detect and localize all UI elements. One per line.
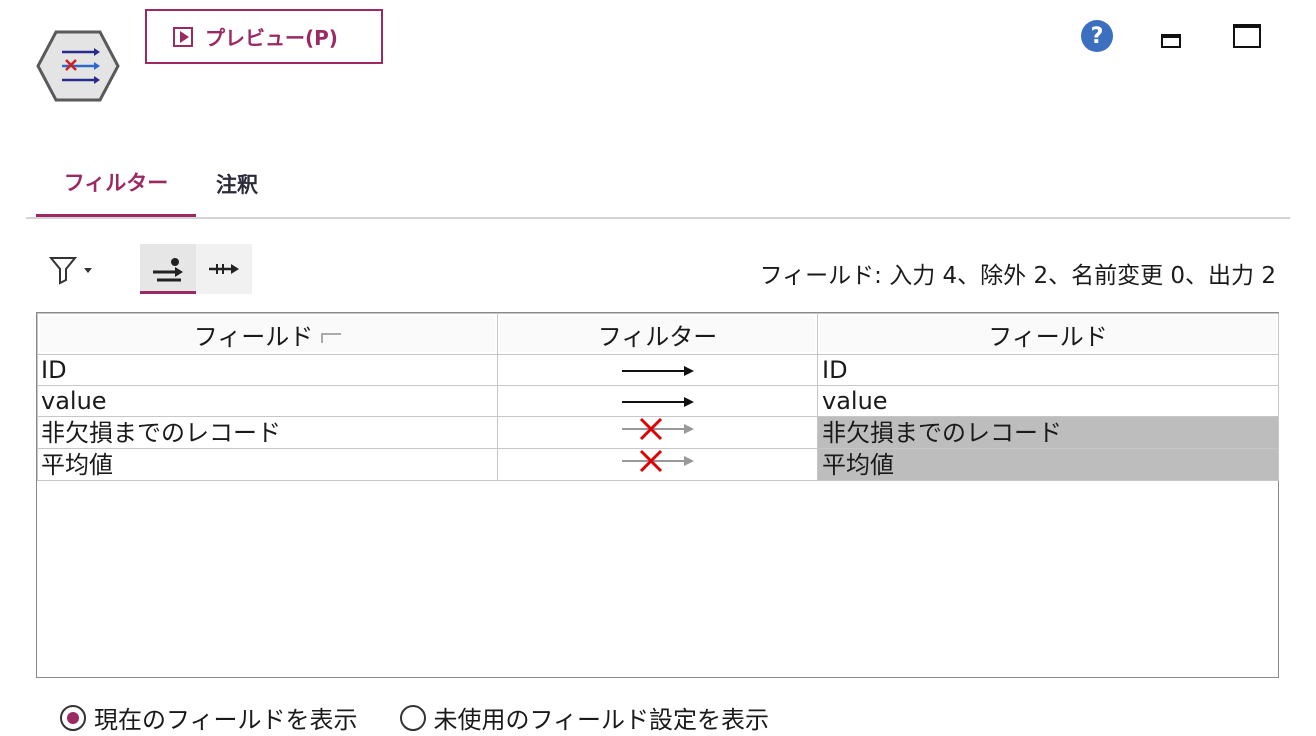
- input-field-cell: 非欠損までのレコード: [37, 416, 498, 449]
- output-field-cell[interactable]: 非欠損までのレコード: [817, 416, 1279, 449]
- radio-unselected[interactable]: [399, 704, 426, 731]
- tab-annotations-label: 注釈: [216, 173, 258, 197]
- tab-annotations[interactable]: 注釈: [216, 150, 258, 218]
- help-icon[interactable]: ?: [1081, 20, 1113, 52]
- discard-mode-icon: [209, 264, 239, 274]
- funnel-icon[interactable]: [48, 254, 96, 286]
- pass-all-mode-button[interactable]: [140, 244, 196, 294]
- column-header-filter[interactable]: フィルター: [497, 313, 818, 355]
- column-header-input-field[interactable]: フィールド: [37, 313, 498, 355]
- display-options: 現在のフィールドを表示 未使用のフィールド設定を表示: [60, 700, 811, 735]
- help-glyph: ?: [1090, 23, 1104, 49]
- play-icon: [173, 26, 193, 47]
- show-unused-fields-label: 未使用のフィールド設定を表示: [433, 706, 770, 734]
- discard-all-mode-button[interactable]: [196, 244, 252, 294]
- input-field-cell: 平均値: [37, 448, 498, 481]
- input-field-cell: value: [37, 385, 498, 417]
- output-field-cell[interactable]: value: [817, 385, 1279, 417]
- show-unused-fields-option[interactable]: 未使用のフィールド設定を表示: [399, 700, 770, 735]
- table-row[interactable]: 非欠損までのレコード 非欠損までのレコード: [37, 416, 1279, 449]
- show-current-fields-option[interactable]: 現在のフィールドを表示: [60, 700, 358, 735]
- filter-toggle-cell[interactable]: [497, 385, 818, 417]
- preview-button[interactable]: プレビュー(P): [145, 9, 383, 64]
- table-header-row: フィールド フィルター フィールド: [37, 313, 1279, 355]
- tab-filter-label: フィルター: [63, 171, 169, 195]
- preview-button-label: プレビュー(P): [205, 26, 338, 50]
- table-row[interactable]: value value: [37, 385, 1279, 417]
- filter-node-dialog: プレビュー(P) ? フィルター 注釈 フィールド: 入力 4、除外 2、名前変…: [0, 0, 1316, 736]
- exclude-arrow-icon: [621, 449, 694, 473]
- filter-toggle-cell[interactable]: [497, 416, 818, 449]
- table-row[interactable]: ID ID: [37, 354, 1279, 386]
- table-row[interactable]: 平均値 平均値: [37, 448, 1279, 481]
- filter-node-icon: [36, 30, 120, 102]
- tab-divider: [26, 217, 1290, 219]
- output-field-cell[interactable]: ID: [817, 354, 1279, 386]
- tab-filter[interactable]: フィルター: [36, 150, 196, 218]
- tab-bar: フィルター 注釈: [26, 150, 1290, 220]
- filter-table: フィールド フィルター フィールド ID ID value value 非欠損ま…: [36, 312, 1279, 678]
- output-field-cell[interactable]: 平均値: [817, 448, 1279, 481]
- radio-selected[interactable]: [60, 704, 86, 731]
- filter-toggle-cell[interactable]: [497, 354, 818, 386]
- exclude-arrow-icon: [621, 417, 694, 441]
- sort-icon: [321, 332, 342, 343]
- column-header-filter-label: フィルター: [597, 322, 718, 351]
- field-summary: フィールド: 入力 4、除外 2、名前変更 0、出力 2: [759, 263, 1276, 289]
- pass-arrow-icon: [621, 366, 694, 376]
- input-field-cell: ID: [37, 354, 498, 386]
- column-header-input-label: フィールド: [193, 322, 314, 351]
- pass-mode-icon: [153, 257, 183, 281]
- maximize-icon[interactable]: [1233, 24, 1261, 48]
- show-current-fields-label: 現在のフィールドを表示: [94, 706, 358, 734]
- pass-arrow-icon: [621, 397, 694, 407]
- column-header-output-field[interactable]: フィールド: [817, 313, 1279, 355]
- column-header-output-label: フィールド: [988, 322, 1108, 351]
- filter-toggle-cell[interactable]: [497, 448, 818, 481]
- minimize-icon[interactable]: [1161, 34, 1181, 48]
